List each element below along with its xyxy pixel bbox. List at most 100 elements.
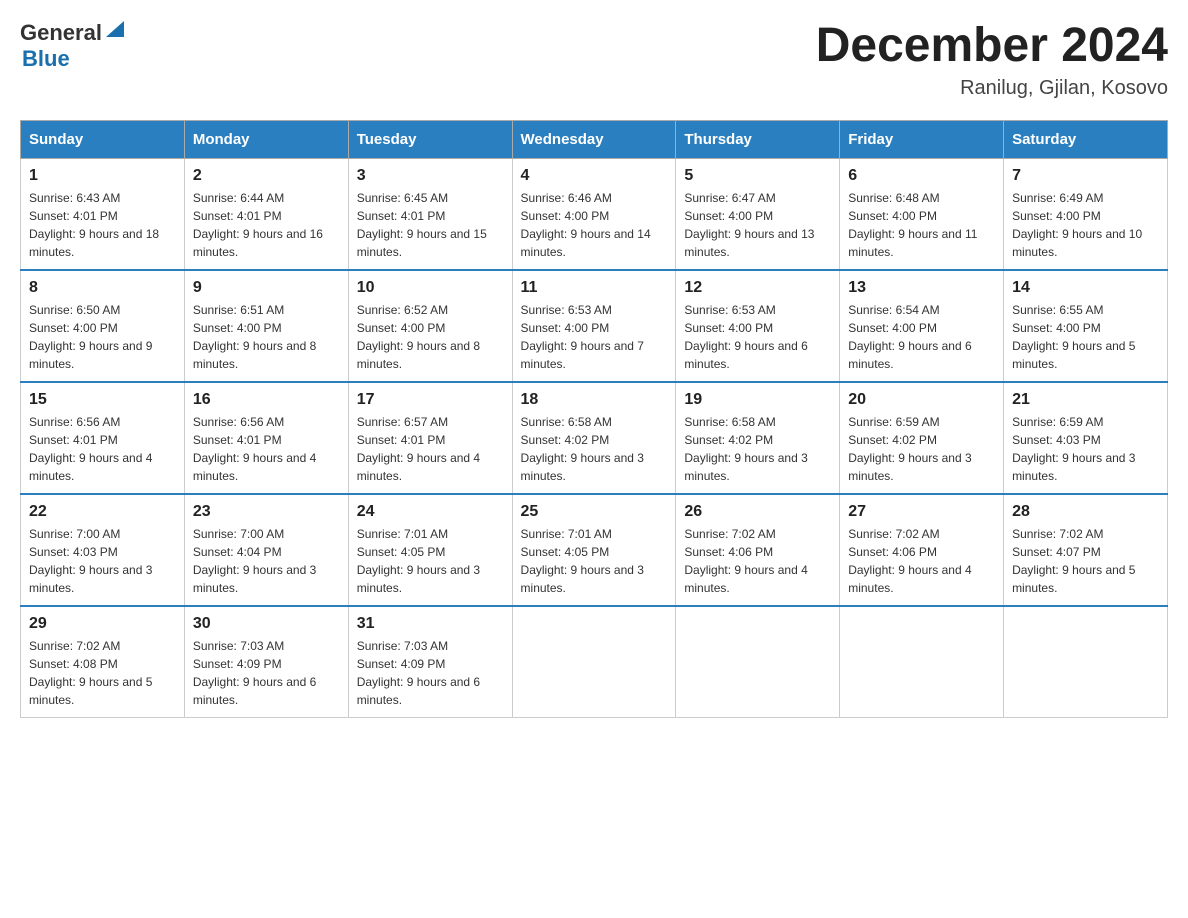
header-title-section: December 2024 Ranilug, Gjilan, Kosovo: [816, 20, 1168, 100]
calendar-cell: 17 Sunrise: 6:57 AMSunset: 4:01 PMDayligh…: [348, 382, 512, 494]
day-number: 7: [1012, 167, 1159, 185]
day-number: 22: [29, 503, 176, 521]
day-number: 8: [29, 279, 176, 297]
day-number: 19: [684, 391, 831, 409]
day-number: 17: [357, 391, 504, 409]
column-header-wednesday: Wednesday: [512, 120, 676, 158]
calendar-cell: [840, 606, 1004, 718]
calendar-cell: 1Sunrise: 6:43 AMSunset: 4:01 PMDaylight…: [21, 158, 185, 270]
calendar-cell: 21 Sunrise: 6:59 AMSunset: 4:03 PMDayligh…: [1004, 382, 1168, 494]
column-header-saturday: Saturday: [1004, 120, 1168, 158]
calendar-header-row: SundayMondayTuesdayWednesdayThursdayFrid…: [21, 120, 1168, 158]
day-number: 21: [1012, 391, 1159, 409]
column-header-thursday: Thursday: [676, 120, 840, 158]
day-info: Sunrise: 6:48 AMSunset: 4:00 PMDaylight:…: [848, 189, 995, 261]
day-number: 30: [193, 615, 340, 633]
day-info: Sunrise: 6:46 AMSunset: 4:00 PMDaylight:…: [521, 189, 668, 261]
calendar-cell: [676, 606, 840, 718]
calendar-cell: 27 Sunrise: 7:02 AMSunset: 4:06 PMDayligh…: [840, 494, 1004, 606]
calendar-cell: 20 Sunrise: 6:59 AMSunset: 4:02 PMDayligh…: [840, 382, 1004, 494]
calendar-week-row: 1Sunrise: 6:43 AMSunset: 4:01 PMDaylight…: [21, 158, 1168, 270]
calendar-week-row: 29 Sunrise: 7:02 AMSunset: 4:08 PMDayligh…: [21, 606, 1168, 718]
day-info: Sunrise: 6:57 AMSunset: 4:01 PMDaylight:…: [357, 413, 504, 485]
day-number: 13: [848, 279, 995, 297]
day-number: 1: [29, 167, 176, 185]
day-info: Sunrise: 6:55 AMSunset: 4:00 PMDaylight:…: [1012, 301, 1159, 373]
day-info: Sunrise: 6:59 AMSunset: 4:03 PMDaylight:…: [1012, 413, 1159, 485]
calendar-cell: [1004, 606, 1168, 718]
day-number: 18: [521, 391, 668, 409]
calendar-cell: 29 Sunrise: 7:02 AMSunset: 4:08 PMDayligh…: [21, 606, 185, 718]
day-number: 15: [29, 391, 176, 409]
calendar-cell: 2Sunrise: 6:44 AMSunset: 4:01 PMDaylight…: [184, 158, 348, 270]
calendar-cell: 5 Sunrise: 6:47 AMSunset: 4:00 PMDaylight…: [676, 158, 840, 270]
calendar-cell: 30 Sunrise: 7:03 AMSunset: 4:09 PMDayligh…: [184, 606, 348, 718]
day-info: Sunrise: 6:51 AMSunset: 4:00 PMDaylight:…: [193, 301, 340, 373]
calendar-week-row: 15 Sunrise: 6:56 AMSunset: 4:01 PMDayligh…: [21, 382, 1168, 494]
page-header: General Blue December 2024 Ranilug, Gjil…: [20, 20, 1168, 100]
day-info: Sunrise: 6:44 AMSunset: 4:01 PMDaylight:…: [193, 189, 340, 261]
calendar-cell: 13Sunrise: 6:54 AMSunset: 4:00 PMDayligh…: [840, 270, 1004, 382]
column-header-tuesday: Tuesday: [348, 120, 512, 158]
day-info: Sunrise: 7:03 AMSunset: 4:09 PMDaylight:…: [193, 637, 340, 709]
calendar-cell: 31 Sunrise: 7:03 AMSunset: 4:09 PMDayligh…: [348, 606, 512, 718]
calendar-cell: 24 Sunrise: 7:01 AMSunset: 4:05 PMDayligh…: [348, 494, 512, 606]
day-info: Sunrise: 7:01 AMSunset: 4:05 PMDaylight:…: [521, 525, 668, 597]
column-header-friday: Friday: [840, 120, 1004, 158]
day-info: Sunrise: 7:02 AMSunset: 4:08 PMDaylight:…: [29, 637, 176, 709]
calendar-cell: 22 Sunrise: 7:00 AMSunset: 4:03 PMDayligh…: [21, 494, 185, 606]
day-info: Sunrise: 7:00 AMSunset: 4:04 PMDaylight:…: [193, 525, 340, 597]
calendar-cell: 14Sunrise: 6:55 AMSunset: 4:00 PMDayligh…: [1004, 270, 1168, 382]
day-info: Sunrise: 6:47 AMSunset: 4:00 PMDaylight:…: [684, 189, 831, 261]
calendar-cell: 6Sunrise: 6:48 AMSunset: 4:00 PMDaylight…: [840, 158, 1004, 270]
location-text: Ranilug, Gjilan, Kosovo: [816, 77, 1168, 100]
calendar-cell: 7 Sunrise: 6:49 AMSunset: 4:00 PMDaylight…: [1004, 158, 1168, 270]
day-number: 9: [193, 279, 340, 297]
day-info: Sunrise: 7:02 AMSunset: 4:06 PMDaylight:…: [684, 525, 831, 597]
day-number: 29: [29, 615, 176, 633]
day-number: 12: [684, 279, 831, 297]
day-info: Sunrise: 6:58 AMSunset: 4:02 PMDaylight:…: [684, 413, 831, 485]
day-number: 27: [848, 503, 995, 521]
calendar-cell: 23Sunrise: 7:00 AMSunset: 4:04 PMDayligh…: [184, 494, 348, 606]
day-info: Sunrise: 6:45 AMSunset: 4:01 PMDaylight:…: [357, 189, 504, 261]
day-info: Sunrise: 6:49 AMSunset: 4:00 PMDaylight:…: [1012, 189, 1159, 261]
calendar-cell: [512, 606, 676, 718]
day-info: Sunrise: 7:02 AMSunset: 4:06 PMDaylight:…: [848, 525, 995, 597]
logo-triangle-icon: [104, 19, 126, 41]
day-info: Sunrise: 6:56 AMSunset: 4:01 PMDaylight:…: [193, 413, 340, 485]
day-info: Sunrise: 6:58 AMSunset: 4:02 PMDaylight:…: [521, 413, 668, 485]
calendar-cell: 8 Sunrise: 6:50 AMSunset: 4:00 PMDaylight…: [21, 270, 185, 382]
calendar-cell: 26Sunrise: 7:02 AMSunset: 4:06 PMDayligh…: [676, 494, 840, 606]
month-title: December 2024: [816, 20, 1168, 73]
logo-blue-text: Blue: [22, 46, 70, 72]
day-number: 20: [848, 391, 995, 409]
calendar-cell: 9 Sunrise: 6:51 AMSunset: 4:00 PMDaylight…: [184, 270, 348, 382]
calendar-cell: 16 Sunrise: 6:56 AMSunset: 4:01 PMDayligh…: [184, 382, 348, 494]
day-info: Sunrise: 6:59 AMSunset: 4:02 PMDaylight:…: [848, 413, 995, 485]
column-header-sunday: Sunday: [21, 120, 185, 158]
day-number: 4: [521, 167, 668, 185]
day-info: Sunrise: 6:53 AMSunset: 4:00 PMDaylight:…: [684, 301, 831, 373]
day-number: 24: [357, 503, 504, 521]
logo-general-text: General: [20, 20, 102, 46]
day-info: Sunrise: 7:03 AMSunset: 4:09 PMDaylight:…: [357, 637, 504, 709]
calendar-cell: 4 Sunrise: 6:46 AMSunset: 4:00 PMDaylight…: [512, 158, 676, 270]
day-number: 10: [357, 279, 504, 297]
calendar-cell: 10 Sunrise: 6:52 AMSunset: 4:00 PMDayligh…: [348, 270, 512, 382]
calendar-cell: 19 Sunrise: 6:58 AMSunset: 4:02 PMDayligh…: [676, 382, 840, 494]
calendar-cell: 3Sunrise: 6:45 AMSunset: 4:01 PMDaylight…: [348, 158, 512, 270]
day-number: 31: [357, 615, 504, 633]
day-number: 5: [684, 167, 831, 185]
calendar-table: SundayMondayTuesdayWednesdayThursdayFrid…: [20, 120, 1168, 718]
calendar-cell: 18 Sunrise: 6:58 AMSunset: 4:02 PMDayligh…: [512, 382, 676, 494]
column-header-monday: Monday: [184, 120, 348, 158]
day-info: Sunrise: 7:00 AMSunset: 4:03 PMDaylight:…: [29, 525, 176, 597]
day-number: 16: [193, 391, 340, 409]
day-info: Sunrise: 6:52 AMSunset: 4:00 PMDaylight:…: [357, 301, 504, 373]
calendar-week-row: 22 Sunrise: 7:00 AMSunset: 4:03 PMDayligh…: [21, 494, 1168, 606]
day-number: 11: [521, 279, 668, 297]
logo: General Blue: [20, 20, 126, 72]
day-info: Sunrise: 7:01 AMSunset: 4:05 PMDaylight:…: [357, 525, 504, 597]
day-info: Sunrise: 6:50 AMSunset: 4:00 PMDaylight:…: [29, 301, 176, 373]
